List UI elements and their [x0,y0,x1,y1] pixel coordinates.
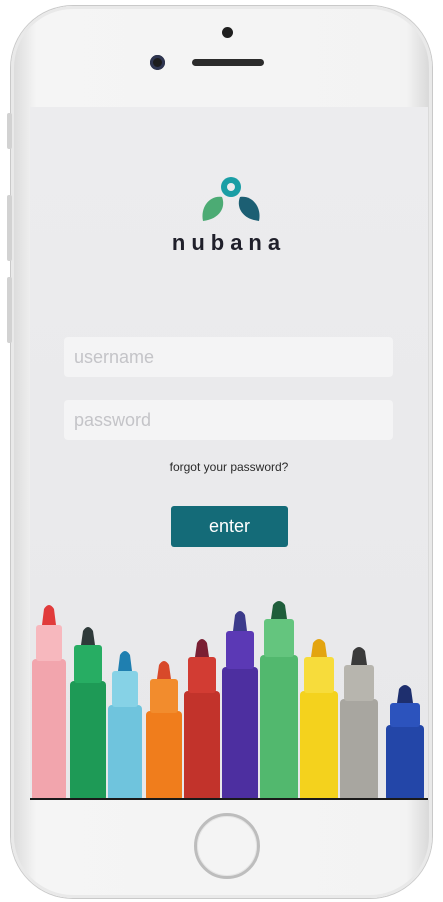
proximity-sensor [222,27,233,38]
nubana-logo-icon [202,177,260,221]
front-camera [150,55,165,70]
volume-up-button [7,195,12,261]
marker-pink [32,605,66,798]
username-input[interactable] [64,337,393,377]
marker-light-blue [108,651,142,798]
marker-green [70,627,106,798]
forgot-password-link[interactable]: forgot your password? [30,460,428,474]
markers-photo [32,601,424,798]
earpiece-speaker [192,59,264,66]
marker-light-green [260,601,298,798]
password-input[interactable] [64,400,393,440]
enter-button[interactable]: enter [171,506,288,547]
marker-purple [222,611,258,798]
brand-name: nubana [171,230,287,255]
marker-grey [340,647,378,798]
home-button[interactable] [194,813,260,879]
marker-orange [146,661,182,798]
app-screen: nubana forgot your password? enter [30,107,428,800]
marker-yellow [300,639,338,798]
volume-down-button [7,277,12,343]
marker-blue [386,685,424,798]
marker-red [184,639,220,798]
mute-switch [7,113,12,149]
